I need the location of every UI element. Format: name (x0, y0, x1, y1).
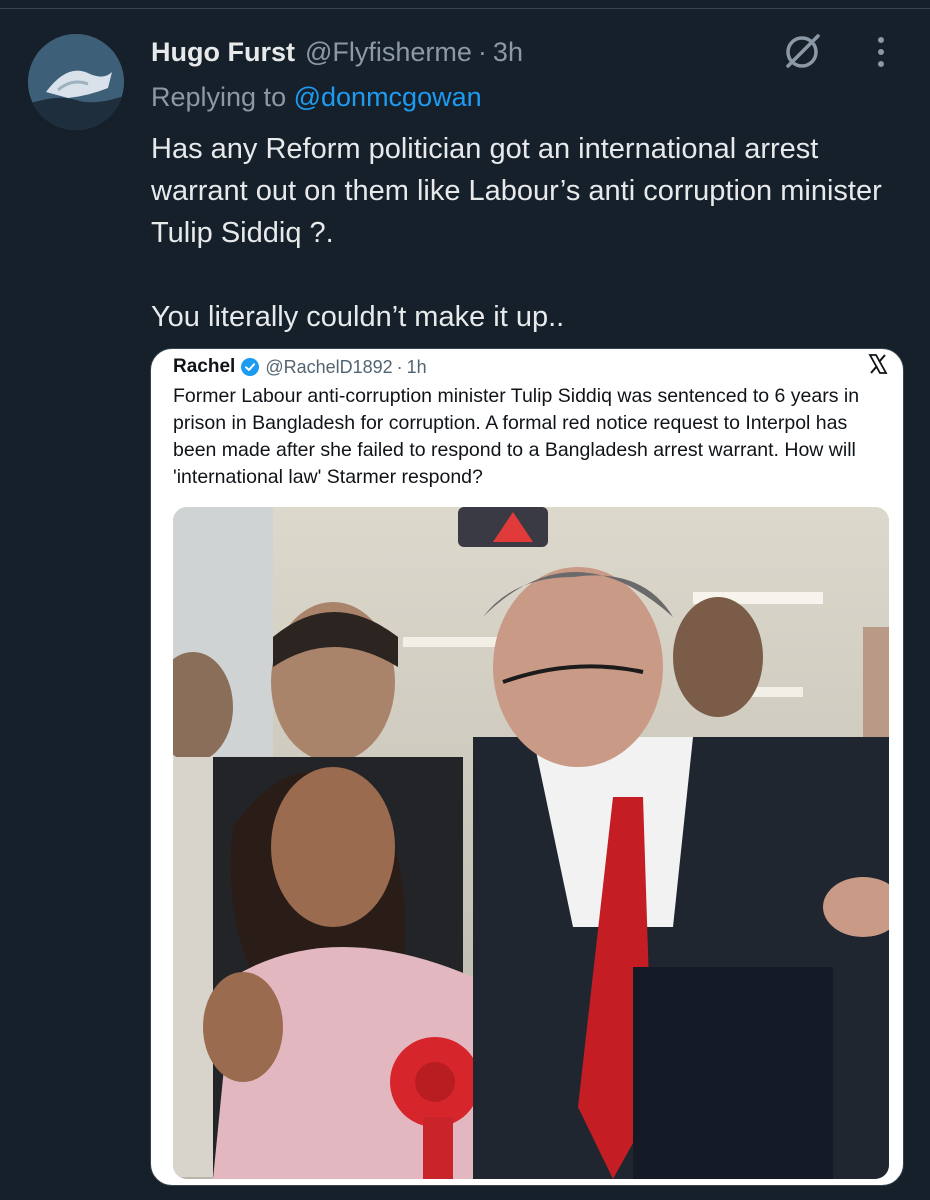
quoted-text: Former Labour anti-corruption minister T… (173, 385, 860, 488)
replying-to-link[interactable]: @donmcgowan (294, 82, 482, 112)
verified-badge-icon (241, 358, 260, 376)
author-name[interactable]: Hugo Furst (151, 37, 295, 68)
quoted-separator: · (396, 356, 403, 377)
more-options-icon[interactable] (866, 30, 896, 74)
tweet-header: Hugo Furst @Flyfisherme · 3h (151, 33, 523, 71)
x-logo-icon (868, 354, 888, 374)
replying-label: Replying to (151, 82, 287, 112)
replying-to-line: Replying to @donmcgowan (151, 82, 482, 113)
avatar[interactable] (28, 34, 124, 130)
quoted-timestamp: 1h (406, 356, 427, 377)
quoted-screenshot-image[interactable]: Rachel @RachelD1892 · 1h Former Labour a… (150, 348, 904, 1186)
quoted-photo (173, 507, 889, 1179)
author-handle[interactable]: @Flyfisherme (305, 37, 472, 68)
quoted-author-name: Rachel (173, 356, 236, 377)
tweet-text: Has any Reform politician got an interna… (151, 133, 882, 333)
separator: · (477, 36, 487, 67)
quoted-author-handle: @RachelD1892 (265, 356, 393, 377)
timestamp[interactable]: 3h (493, 37, 523, 68)
top-divider (0, 8, 930, 9)
photo-illustration (173, 507, 889, 1179)
avatar-image (28, 34, 124, 130)
grok-icon[interactable] (780, 30, 824, 74)
quoted-header: Rachel @RachelD1892 · 1h (173, 351, 427, 383)
